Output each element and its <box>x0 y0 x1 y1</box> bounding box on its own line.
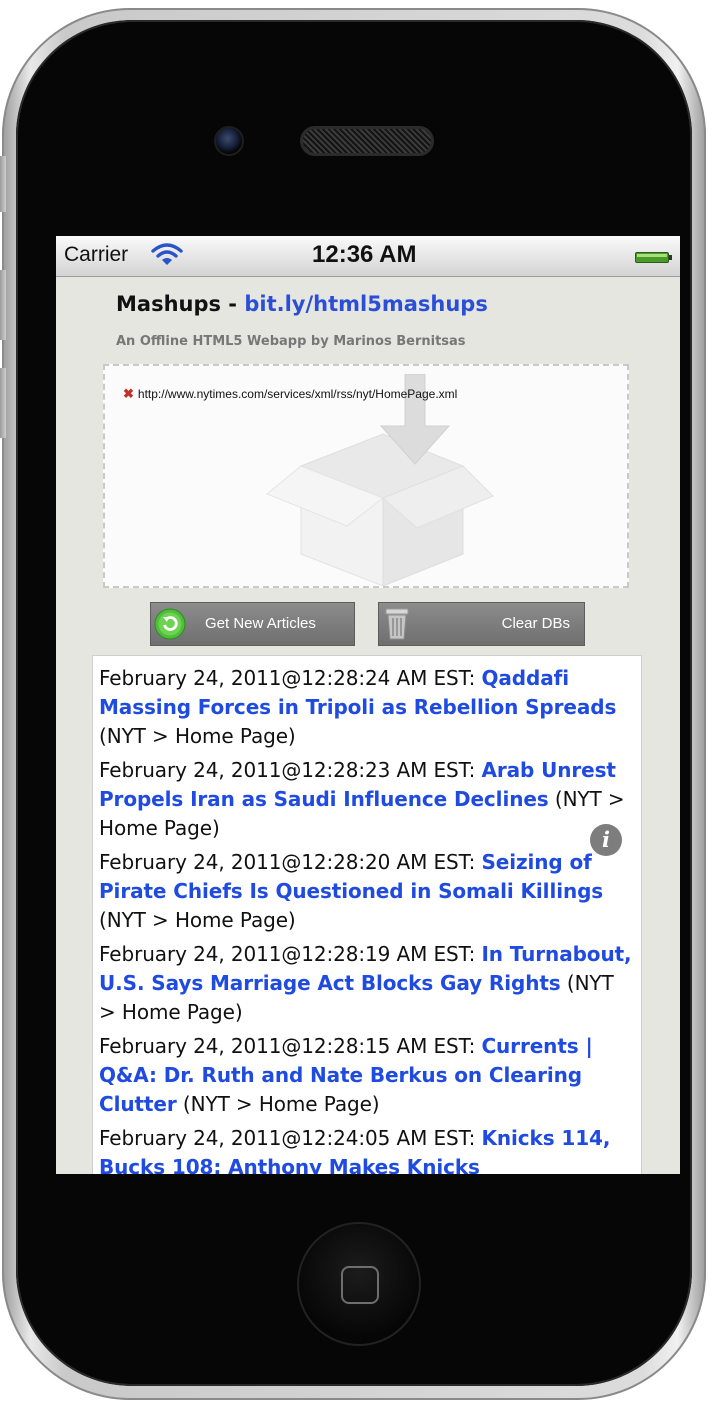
article-source: (NYT > Home Page) <box>99 724 296 748</box>
box-drop-icon <box>266 374 494 586</box>
broken-x-icon: ✖ <box>123 386 134 401</box>
battery-icon <box>635 252 672 263</box>
article-date: February 24, 2011@12:28:19 AM EST: <box>99 942 482 966</box>
info-icon[interactable]: i <box>590 824 622 856</box>
app-title-link[interactable]: bit.ly/html5mashups <box>244 292 487 316</box>
clear-dbs-label: Clear DBs <box>501 615 570 632</box>
carrier-label: Carrier <box>64 243 129 266</box>
list-item: February 24, 2011@12:28:23 AM EST: Arab … <box>99 756 635 843</box>
article-source: (NYT > Home Page) <box>176 1092 380 1116</box>
list-item: February 24, 2011@12:28:15 AM EST: Curre… <box>99 1032 635 1119</box>
feed-drop-zone[interactable]: ✖ http://www.nytimes.com/services/xml/rss… <box>103 364 629 588</box>
wifi-icon <box>151 243 183 265</box>
home-square-icon <box>341 1266 379 1304</box>
article-source: (NYT > Home Page) <box>99 908 296 932</box>
home-button[interactable] <box>297 1222 421 1346</box>
app-title-text: Mashups - <box>116 292 245 316</box>
volume-down-button <box>0 368 6 438</box>
list-item: February 24, 2011@12:28:20 AM EST: Seizi… <box>99 848 635 935</box>
earpiece-speaker <box>300 126 434 156</box>
status-time: 12:36 AM <box>312 241 417 268</box>
front-camera-icon <box>214 126 244 156</box>
device-screen: Carrier 12:36 AM Mashups - bit.ly/html5m… <box>56 236 680 1174</box>
get-new-articles-label: Get New Articles <box>205 615 316 632</box>
list-item: February 24, 2011@12:24:05 AM EST: Knick… <box>99 1124 635 1174</box>
list-item: February 24, 2011@12:28:19 AM EST: In Tu… <box>99 940 635 1027</box>
feed-url: http://www.nytimes.com/services/xml/rss/… <box>137 387 458 401</box>
clear-dbs-button[interactable]: Clear DBs <box>378 602 585 646</box>
status-bar: Carrier 12:36 AM <box>56 236 680 277</box>
article-date: February 24, 2011@12:28:15 AM EST: <box>99 1034 482 1058</box>
article-date: February 24, 2011@12:28:23 AM EST: <box>99 758 482 782</box>
article-date: February 24, 2011@12:24:05 AM EST: <box>99 1126 482 1150</box>
mute-switch <box>0 156 6 212</box>
feed-url-row: ✖ http://www.nytimes.com/services/xml/rss… <box>123 386 457 402</box>
get-new-articles-button[interactable]: Get New Articles <box>150 602 355 646</box>
trash-icon <box>385 608 409 640</box>
article-date: February 24, 2011@12:28:20 AM EST: <box>99 850 482 874</box>
app-subtitle: An Offline HTML5 Webapp by Marinos Berni… <box>116 334 466 349</box>
refresh-icon <box>154 608 186 640</box>
article-date: February 24, 2011@12:28:24 AM EST: <box>99 666 482 690</box>
app-title: Mashups - bit.ly/html5mashups <box>116 292 488 316</box>
article-list[interactable]: February 24, 2011@12:28:24 AM EST: Qadda… <box>92 655 642 1174</box>
volume-up-button <box>0 270 6 340</box>
list-item: February 24, 2011@12:28:24 AM EST: Qadda… <box>99 664 635 751</box>
